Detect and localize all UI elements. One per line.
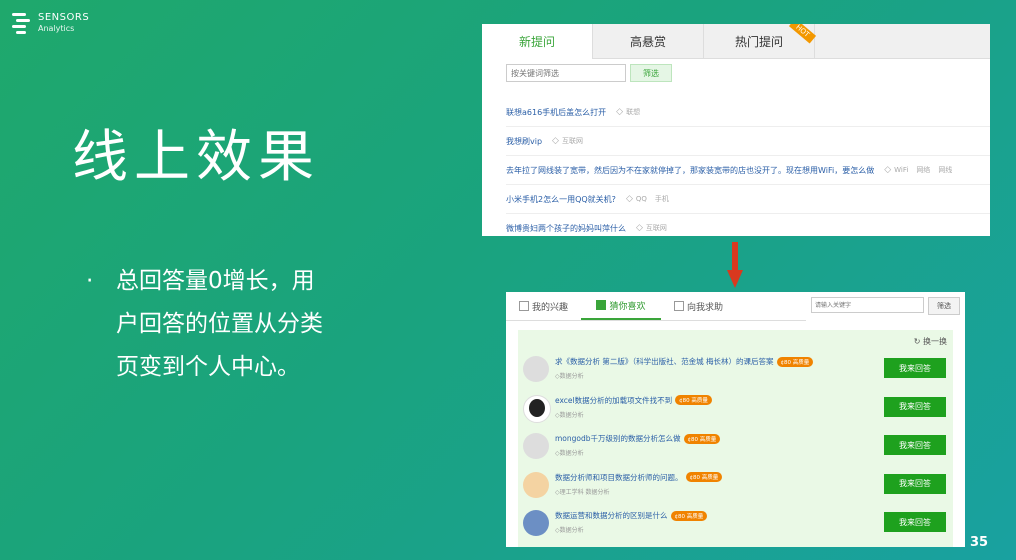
question-tag[interactable]: 网络 — [916, 165, 930, 175]
answer-button[interactable]: 我来回答 — [884, 435, 946, 456]
sensors-logo-icon — [12, 12, 32, 34]
new-ui-screenshot: 我的兴趣 猜你喜欢 向我求助 筛选 ↻ 换一换 求《数据分析 第二版》（科学出版… — [506, 292, 965, 547]
keyword-filter-input[interactable] — [506, 64, 626, 82]
tag-icon: ◇ — [625, 194, 633, 204]
tab-help-requests[interactable]: 向我求助 — [661, 292, 736, 320]
question-tag[interactable]: 数据分析 — [560, 527, 584, 534]
list-item[interactable]: 联想a616手机后盖怎么打开 ◇ 联想 — [506, 98, 990, 127]
tab-my-interests[interactable]: 我的兴趣 — [506, 292, 581, 320]
page-number: 35 — [970, 535, 989, 550]
tab-hot-questions[interactable]: 热门提问 HOT — [704, 24, 817, 58]
question-tag[interactable]: 互联网 — [646, 223, 667, 233]
tag-icon: ◇ — [552, 136, 559, 146]
question-tag[interactable]: 联想 — [626, 107, 640, 117]
question-title[interactable]: 微博贵妇两个孩子的妈妈叫萍什么 — [506, 223, 626, 234]
answer-button[interactable]: 我来回答 — [884, 358, 946, 378]
question-tag[interactable]: 手机 — [655, 194, 669, 204]
question-tag[interactable]: 互联网 — [562, 136, 583, 146]
reward-badge: ¢80 高质量 — [685, 472, 723, 483]
question-title[interactable]: mongodb千万级别的数据分析怎么做 — [555, 433, 681, 444]
avatar[interactable] — [523, 356, 549, 382]
question-tag[interactable]: 理工学科 数据分析 — [560, 489, 610, 496]
hot-badge: HOT — [788, 24, 817, 44]
filter-button[interactable]: 筛选 — [928, 297, 960, 315]
brand-logo: SENSORS Analytics — [12, 12, 89, 34]
question-tag[interactable]: QQ — [636, 195, 647, 203]
question-icon — [673, 301, 684, 311]
question-tag[interactable]: WiFi — [894, 166, 908, 174]
reward-badge: ¢80 高质量 — [670, 510, 708, 521]
tab-guess-you-like[interactable]: 猜你喜欢 — [581, 292, 661, 320]
list-item[interactable]: 微博贵妇两个孩子的妈妈叫萍什么 ◇ 互联网 — [506, 214, 990, 236]
question-title[interactable]: 小米手机2怎么一用QQ就关机? — [506, 194, 616, 205]
reward-badge: ¢80 高质量 — [683, 433, 721, 444]
tag-icon: ◇ — [636, 223, 643, 233]
avatar[interactable] — [523, 394, 551, 423]
question-title[interactable]: 去年拉了网线装了宽带，然后因为不在家就停掉了，那家装宽带的店也没开了。现在想用W… — [506, 165, 874, 176]
arrow-down-icon — [727, 242, 743, 288]
new-ui-tabs: 我的兴趣 猜你喜欢 向我求助 — [506, 292, 806, 321]
old-ui-search: 筛选 — [506, 64, 672, 82]
avatar[interactable] — [523, 471, 549, 498]
tab-new-questions[interactable]: 新提问 — [482, 24, 593, 59]
answer-button[interactable]: 我来回答 — [884, 396, 946, 417]
brand-name: SENSORS — [38, 12, 90, 23]
question-title[interactable]: 联想a616手机后盖怎么打开 — [506, 107, 606, 118]
question-title[interactable]: excel数据分析的加载项文件找不到 — [555, 395, 672, 406]
reward-badge: ¢80 高质量 — [776, 356, 814, 367]
list-item[interactable]: 小米手机2怎么一用QQ就关机? ◇ QQ 手机 — [506, 185, 990, 214]
tag-icon: ◇ — [884, 165, 892, 175]
answer-button[interactable]: 我来回答 — [884, 473, 946, 494]
tag-icon: ◇ — [616, 107, 624, 117]
list-item: mongodb千万级别的数据分析怎么做 ¢80 高质量 ◇数据分析 我来回答 — [518, 427, 953, 466]
old-ui-screenshot: 新提问 高悬赏 热门提问 HOT 筛选 联想a616手机后盖怎么打开 ◇ 联想 … — [482, 24, 990, 236]
list-icon — [518, 301, 529, 311]
list-item: 求《数据分析 第二版》（科学出版社、范金城 梅长林）的课后答案 ¢80 高质量 ◇… — [518, 350, 953, 389]
keyword-search-input[interactable] — [811, 297, 924, 313]
reward-badge: ¢80 高质量 — [675, 395, 712, 406]
avatar[interactable] — [523, 510, 549, 537]
old-ui-tabs: 新提问 高悬赏 热门提问 HOT — [482, 24, 990, 59]
bullet-text: 总回答量0增长，用户回答的位置从分类页变到个人中心。 — [116, 268, 323, 380]
bullet-dot: · — [86, 268, 94, 294]
heart-icon — [596, 300, 607, 310]
list-item: 数据运营和数据分析的区别是什么 ¢80 高质量 ◇数据分析 我来回答 — [518, 504, 953, 543]
recommendation-panel: ↻ 换一换 求《数据分析 第二版》（科学出版社、范金城 梅长林）的课后答案 ¢80… — [518, 330, 953, 547]
avatar[interactable] — [523, 433, 549, 460]
question-tag[interactable]: 数据分析 — [560, 450, 584, 457]
new-ui-search: 筛选 — [811, 297, 960, 315]
list-item[interactable]: 我想刷vip ◇ 互联网 — [506, 127, 990, 156]
question-title[interactable]: 数据运营和数据分析的区别是什么 — [555, 510, 668, 521]
answer-button[interactable]: 我来回答 — [884, 512, 946, 533]
question-tag[interactable]: 数据分析 — [560, 373, 584, 380]
question-title[interactable]: 求《数据分析 第二版》（科学出版社、范金城 梅长林）的课后答案 — [555, 356, 774, 367]
refresh-icon: ↻ — [913, 337, 923, 346]
list-item: excel数据分析的加载项文件找不到 ¢80 高质量 ◇数据分析 我来回答 — [518, 389, 953, 428]
question-title[interactable]: 我想刷vip — [506, 136, 542, 147]
filter-button[interactable]: 筛选 — [630, 64, 672, 82]
question-list: 联想a616手机后盖怎么打开 ◇ 联想 我想刷vip ◇ 互联网 去年拉了网线装… — [506, 98, 990, 236]
question-tag[interactable]: 网线 — [938, 165, 952, 175]
list-item[interactable]: 去年拉了网线装了宽带，然后因为不在家就停掉了，那家装宽带的店也没开了。现在想用W… — [506, 156, 990, 185]
question-tag[interactable]: 数据分析 — [560, 412, 584, 419]
refresh-button[interactable]: ↻ 换一换 — [914, 336, 947, 347]
list-item: 数据分析师和项目数据分析师的问题。 ¢80 高质量 ◇理工学科 数据分析 我来回答 — [518, 466, 953, 505]
tab-high-reward[interactable]: 高悬赏 — [593, 24, 704, 58]
slide-title: 线上效果 — [72, 125, 320, 190]
brand-subname: Analytics — [38, 24, 75, 33]
question-title[interactable]: 数据分析师和项目数据分析师的问题。 — [555, 472, 683, 483]
